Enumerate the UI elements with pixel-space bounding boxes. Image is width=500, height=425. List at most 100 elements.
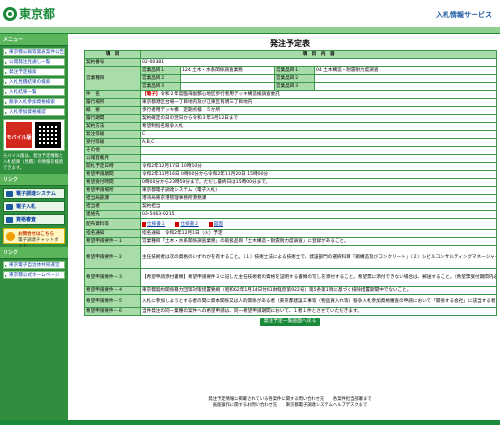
- back-to-list-button[interactable]: 発注予定一覧画面へ戻る: [260, 318, 320, 326]
- header-rule: [0, 33, 500, 34]
- table-row: 公報登載月: [84, 154, 498, 163]
- row-label: 受付等級: [84, 138, 141, 147]
- table-row: 契約番号 02-00381: [84, 58, 498, 67]
- electronic-tag: 【電子】: [142, 92, 161, 97]
- main-content: 発注予定表 項 目 項 目 内 容 契約番号 02-00381 営業種目 営業品目…: [84, 38, 498, 326]
- link-e-bidding[interactable]: 電子入札: [3, 201, 65, 212]
- row-label: 希望申請要件－３: [84, 268, 141, 287]
- pdf-links: 仕様書１ 仕様書２ 図面: [142, 221, 495, 228]
- table-row: 希望申請要件－２ 主任技術者は次の資格のいずれかを有すること。（１）技術士法による…: [84, 245, 498, 269]
- row-value: A,B,C: [139, 138, 498, 147]
- service-title: 入札情報サービス: [436, 11, 492, 19]
- row-value: [180, 82, 275, 91]
- row-label: 開札予定日時: [84, 162, 141, 171]
- row-value: [180, 74, 275, 83]
- row-value: [139, 154, 498, 163]
- row-value: 仕様書１ 仕様書２ 図面: [139, 218, 498, 230]
- pdf-link-spec-1[interactable]: 仕様書１: [142, 221, 165, 228]
- row-label: 希望申請期間: [84, 170, 141, 179]
- row-value: [313, 82, 498, 91]
- pc-icon: [6, 204, 13, 210]
- table-row: 概 要歩行者用デッキ橋 定期点検 ５か所: [84, 106, 498, 115]
- row-value: C: [139, 130, 498, 139]
- link-label: 電子入札: [16, 204, 37, 210]
- row-value: 【希望申請添付書類】希望申請要件２に記した主任技術者の資格を証明する書類の写しを…: [139, 268, 498, 287]
- link-label: 資格審査: [16, 217, 37, 223]
- row-value: 03-5463-0215: [139, 210, 498, 219]
- row-sublabel: 営業品目３: [274, 82, 315, 91]
- row-value: 東京都契約関係暴力団等対策措置要綱（昭和62年1月14日付61財経庶第922号）…: [139, 286, 498, 295]
- link-tokyo-official[interactable]: 東京都公式ホームページ: [3, 271, 65, 279]
- pdf-icon: [142, 221, 146, 227]
- row-label: その他: [84, 146, 141, 155]
- table-row: 担当局部課 港湾局東京港管理事務所港務課: [84, 194, 498, 203]
- link-joint-operation[interactable]: 東京電子自治体共同運営: [3, 261, 65, 269]
- row-label: 希望申請場所: [84, 186, 141, 195]
- table-row: 発注等級 C: [84, 130, 498, 139]
- sidebar-item-qualification-check[interactable]: 入札参加資格確認: [3, 108, 65, 116]
- row-value: 東京都電子調達システム（電子入札）: [139, 186, 498, 195]
- sidebar-item-result-search[interactable]: 入札見積結果の検索: [3, 78, 65, 86]
- table-row: 希望申請要件－４ 東京都契約関係暴力団等対策措置要綱（昭和62年1月14日付61財…: [84, 286, 498, 295]
- table-row: 件 名【電子】令和２年度臨海副都心地区歩行者用デッキ構造検調査委託: [84, 90, 498, 99]
- row-value: 令和2年11月16日 0時00分から令和2年11月20日 15時00分: [139, 170, 498, 179]
- row-sublabel: 営業品目１: [140, 66, 181, 75]
- row-value: 歩行者用デッキ橋 定期点検 ５か所: [139, 106, 498, 115]
- row-label: 希望申請要件－６: [84, 307, 141, 316]
- row-value: 入札に参加しようとする者の間に資本関係又は人的関係がある者（東京都建設工事等（物…: [139, 294, 498, 308]
- link-qualification[interactable]: 資格審査: [3, 214, 65, 225]
- table-row: 指名通知 指名通知 令和2年12月1日（火）予定: [84, 229, 498, 238]
- mobile-panel[interactable]: モバイル版: [3, 119, 65, 151]
- row-sublabel: 営業品目３: [140, 82, 181, 91]
- sidebar-item-qualification-search[interactable]: 競争入札参加資格検索: [3, 98, 65, 106]
- pdf-link-drawing[interactable]: 図面: [208, 221, 223, 228]
- row-label: 履行場所: [84, 98, 141, 107]
- project-name: 令和２年度臨海副都心地区歩行者用デッキ構造検調査委託: [160, 92, 280, 97]
- row-label: 営業種目: [84, 66, 141, 91]
- sidebar-item-result-list[interactable]: 入札結果一覧: [3, 88, 65, 96]
- table-row: 履行期間 契約確定の日の翌日から令和３年3月12日まで: [84, 114, 498, 123]
- pdf-label: 図面: [213, 221, 223, 227]
- table-row: 営業品目２ 営業品目２: [85, 74, 498, 83]
- col-item-header: 項 目: [84, 50, 141, 59]
- sidebar-item-order-search[interactable]: 発注予定検索: [3, 68, 65, 76]
- row-label: 希望申請要件－２: [84, 245, 141, 269]
- row-label: 公報登載月: [84, 154, 141, 163]
- sidebar-link-heading: リンク: [0, 174, 68, 186]
- sidebar-item-outlook[interactable]: 公開発注見通し一覧: [3, 58, 65, 66]
- row-label: 契約番号: [84, 58, 141, 67]
- tokyo-logo[interactable]: 東京都: [3, 5, 55, 22]
- link-procurement-top[interactable]: 電子調達システム(TOP): [3, 188, 65, 208]
- sidebar-menu-heading: メニュー: [0, 34, 68, 46]
- page-footer: 発注予定情報に掲載されている各案件に関する問い合わせ先 各案件担当部署まで 画面…: [84, 397, 496, 409]
- row-value: 124 土木・水系関係調査業務: [180, 66, 275, 75]
- row-sublabel: 営業品目２: [274, 74, 315, 83]
- page-header: 東京都 入札情報サービス: [0, 0, 500, 27]
- chatbot-inquiry[interactable]: お問合せはこちら 電子調達チャットボット: [3, 228, 65, 249]
- row-value: 営業種目「土木・水系関係調査業務」の取扱品目「土木構造・耐震耐力度調査」に登録が…: [139, 237, 498, 246]
- pdf-label: 仕様書２: [180, 221, 199, 227]
- table-row: 希望申請場所 東京都電子調達システム（電子入札）: [84, 186, 498, 195]
- sidebar-bottom-heading: リンク: [0, 247, 68, 259]
- row-label: 履行期間: [84, 114, 141, 123]
- pdf-link-spec-2[interactable]: 仕様書２: [175, 221, 199, 228]
- row-value: [313, 74, 498, 83]
- table-row: 連絡先 03-5463-0215: [84, 210, 498, 219]
- row-sublabel: 営業品目１: [274, 66, 315, 75]
- footer-line-2: 画面操作に関するお問い合わせ先 東京都電子調達システムヘルプデスクまで: [212, 403, 368, 408]
- sidebar-item-koho[interactable]: 東京都公報等発表案件公告: [3, 48, 65, 56]
- row-value: 希望制指名競争入札: [139, 122, 498, 131]
- table-row: 希望申請要件－１ 営業種目「土木・水系関係調査業務」の取扱品目「土木構造・耐震耐力…: [84, 237, 498, 246]
- mobile-badge[interactable]: モバイル版: [6, 122, 32, 148]
- pdf-icon: [175, 221, 180, 227]
- pc-icon: [6, 191, 13, 197]
- row-value: 04 土木構造・耐震耐力度調査: [313, 66, 498, 75]
- table-row: その他: [84, 146, 498, 155]
- row-value: 令和2年12月17日 10時10分: [139, 162, 498, 171]
- row-label: 件 名: [84, 90, 141, 99]
- order-detail-table: 項 目 項 目 内 容 契約番号 02-00381 営業種目 営業品目１ 124 …: [84, 50, 498, 316]
- inquiry-label: お問合せはこちら: [18, 232, 54, 237]
- table-row: 履行場所 東京都港区台場一丁目地内及び江東区有明三丁目地内: [84, 98, 498, 107]
- row-label: 希望申請要件－４: [84, 286, 141, 295]
- row-value: [139, 146, 498, 155]
